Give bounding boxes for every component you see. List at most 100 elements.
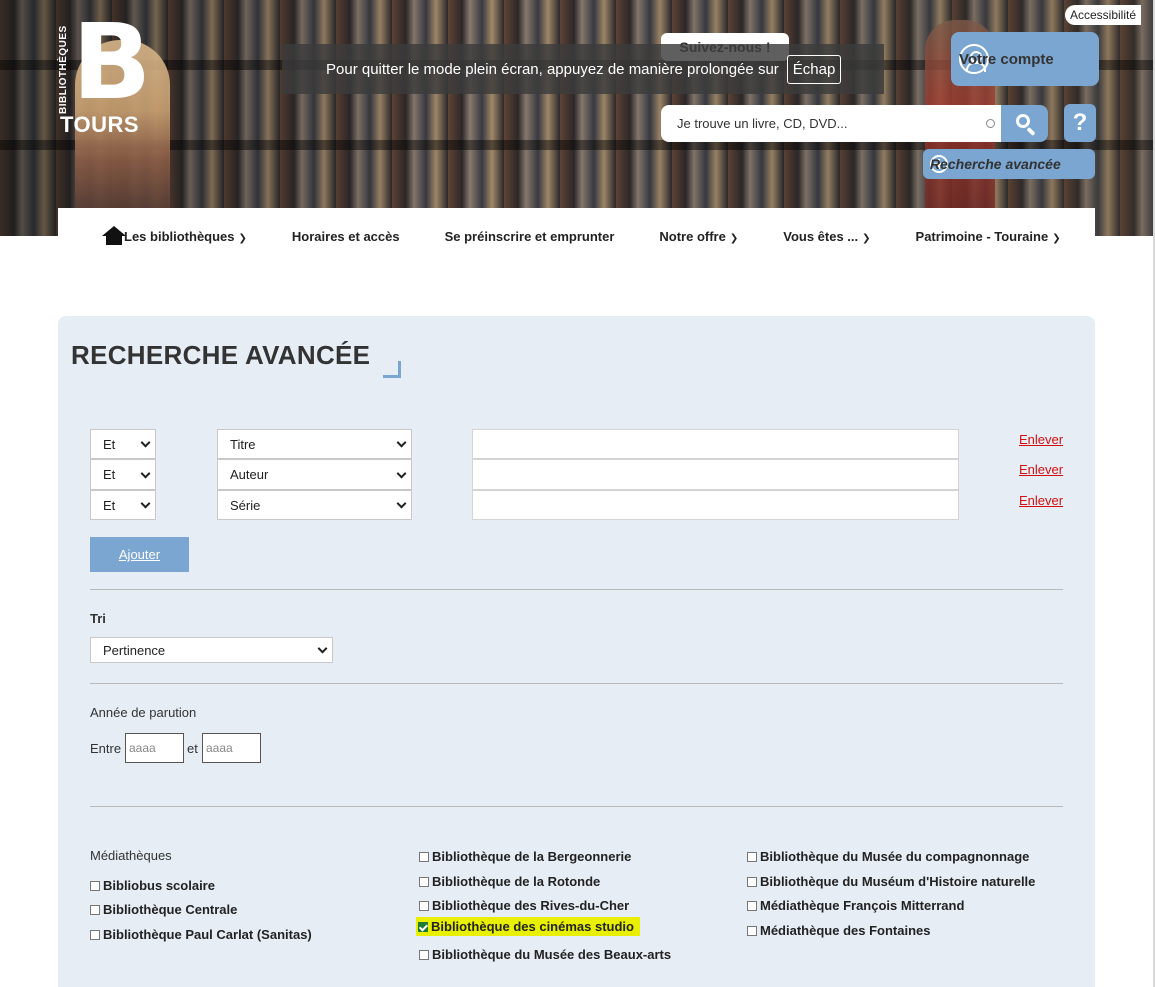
remove-criteria-link[interactable]: Enlever <box>1019 493 1063 508</box>
nav-item-label: Les bibliothèques <box>124 228 235 244</box>
chevron-down-icon <box>396 468 407 479</box>
checkbox[interactable] <box>90 904 100 915</box>
nav-item-libraries[interactable]: Les bibliothèques ❯ <box>124 229 247 244</box>
library-checkbox[interactable]: Médiathèque des Fontaines <box>747 923 930 938</box>
help-button[interactable]: ? <box>1064 104 1096 142</box>
title-corner-decoration <box>383 361 401 378</box>
library-checkbox[interactable]: Bibliothèque de la Rotonde <box>419 874 600 889</box>
chevron-down-icon: ❯ <box>862 232 871 244</box>
checkbox-label: Médiathèque des Fontaines <box>760 923 931 938</box>
search-icon-handle <box>1026 126 1036 137</box>
library-checkbox[interactable]: Bibliothèque de la Bergeonnerie <box>419 849 631 864</box>
site-logo[interactable]: BIBLIOTHÈQUES B TOURS <box>58 10 151 137</box>
logo-letter: B <box>72 1 152 123</box>
sort-label: Tri <box>90 611 106 626</box>
advanced-search-label: Recherche avancée <box>930 156 1061 172</box>
advanced-search-panel: RECHERCHE AVANCÉE Et Titre Enlever Et Au… <box>58 316 1095 987</box>
divider <box>90 806 1063 807</box>
criteria-operator-select[interactable]: Et <box>90 459 156 490</box>
nav-item-heritage[interactable]: Patrimoine - Touraine ❯ <box>916 229 1061 244</box>
library-checkbox[interactable]: Bibliothèque du Musée des Beaux-arts <box>419 947 671 962</box>
checkbox[interactable] <box>419 900 429 911</box>
accessibility-link[interactable]: Accessibilité <box>1065 5 1142 25</box>
advanced-search-button[interactable]: Recherche avancée <box>923 149 1095 179</box>
checkbox[interactable] <box>419 949 429 960</box>
library-checkbox[interactable]: Bibliothèque du Musée du compagnonnage <box>747 849 1029 864</box>
select-value: Et <box>103 497 116 513</box>
library-checkbox[interactable]: Bibliothèque des Rives-du-Cher <box>419 898 629 913</box>
year-from-placeholder: aaaa <box>129 741 156 755</box>
select-value: Et <box>103 436 116 452</box>
remove-criteria-link[interactable]: Enlever <box>1019 462 1063 477</box>
header-banner: BIBLIOTHÈQUES B TOURS Accessibilité Suiv… <box>0 0 1153 236</box>
select-value: Auteur <box>230 467 269 482</box>
nav-item-label: Patrimoine - Touraine <box>915 228 1049 244</box>
year-between-label: Entre <box>90 741 122 756</box>
checkbox[interactable] <box>747 925 757 936</box>
page-title: RECHERCHE AVANCÉE <box>71 340 371 370</box>
library-checkbox[interactable]: Bibliothèque Paul Carlat (Sanitas) <box>90 927 312 942</box>
checkbox[interactable] <box>418 921 428 932</box>
year-to-placeholder: aaaa <box>206 741 233 755</box>
year-to-input[interactable]: aaaa <box>202 733 261 763</box>
fullscreen-notice-message: Pour quitter le mode plein écran, appuye… <box>326 60 779 78</box>
criteria-value-input[interactable] <box>472 459 959 490</box>
libraries-label: Médiathèques <box>90 848 172 863</box>
chevron-down-icon <box>140 437 151 448</box>
criteria-operator-select[interactable]: Et <box>90 429 156 459</box>
checkbox[interactable] <box>419 851 429 862</box>
select-value: Et <box>103 467 116 482</box>
checkbox[interactable] <box>747 851 757 862</box>
search-input[interactable]: Je trouve un livre, CD, DVD... <box>661 105 1001 142</box>
nav-item-offer[interactable]: Notre offre ❯ <box>659 229 738 244</box>
nav-item-label: Vous êtes ... <box>783 228 859 244</box>
account-button[interactable]: Votre compte <box>951 32 1099 86</box>
search-clear-icon[interactable] <box>986 119 995 128</box>
checkbox[interactable] <box>90 880 100 891</box>
nav-item-hours[interactable]: Horaires et accès <box>292 229 400 244</box>
criteria-field-select[interactable]: Série <box>217 490 412 520</box>
checkbox-label: Bibliothèque du Musée du compagnonnage <box>760 849 1030 864</box>
logo-city: TOURS <box>60 112 140 137</box>
checkbox-label: Bibliothèque Paul Carlat (Sanitas) <box>103 927 312 942</box>
checkbox-label: Bibliothèque du Musée des Beaux-arts <box>432 947 672 962</box>
search-button[interactable] <box>1001 105 1048 142</box>
criteria-field-select[interactable]: Auteur <box>217 459 412 490</box>
divider <box>90 683 1063 684</box>
select-value: Titre <box>230 436 256 452</box>
chevron-down-icon <box>317 643 328 654</box>
year-from-input[interactable]: aaaa <box>125 733 184 763</box>
chevron-down-icon <box>140 498 151 509</box>
criteria-value-input[interactable] <box>472 490 959 520</box>
nav-item-label: Notre offre <box>659 228 726 244</box>
criteria-value-input[interactable] <box>472 429 959 459</box>
library-checkbox[interactable]: Bibliobus scolaire <box>90 878 215 893</box>
criteria-field-select[interactable]: Titre <box>217 429 412 459</box>
library-checkbox[interactable]: Bibliothèque Centrale <box>90 902 237 917</box>
main-nav: Les bibliothèques ❯ Horaires et accès Se … <box>58 208 1095 264</box>
select-value: Série <box>230 497 261 513</box>
library-checkbox[interactable]: Bibliothèque des cinémas studio <box>416 917 640 936</box>
checkbox-label: Bibliothèque du Muséum d'Histoire nature… <box>760 874 1036 889</box>
library-checkbox[interactable]: Médiathèque François Mitterrand <box>747 898 964 913</box>
chevron-down-icon <box>396 437 407 448</box>
checkbox[interactable] <box>90 929 100 940</box>
year-and-label: et <box>187 741 198 756</box>
remove-criteria-link[interactable]: Enlever <box>1019 432 1063 447</box>
add-criteria-button[interactable]: Ajouter <box>90 537 189 572</box>
checkbox-label: Bibliothèque de la Bergeonnerie <box>432 849 632 864</box>
nav-item-label: Se préinscrire et emprunter <box>444 228 615 244</box>
checkbox-label: Bibliothèque Centrale <box>103 902 238 917</box>
checkbox[interactable] <box>747 900 757 911</box>
nav-item-you-are[interactable]: Vous êtes ... ❯ <box>783 229 870 244</box>
library-checkbox[interactable]: Bibliothèque du Muséum d'Histoire nature… <box>747 874 1035 889</box>
sort-select[interactable]: Pertinence <box>90 637 333 663</box>
criteria-operator-select[interactable]: Et <box>90 490 156 520</box>
nav-item-register[interactable]: Se préinscrire et emprunter <box>445 229 615 244</box>
search-placeholder: Je trouve un livre, CD, DVD... <box>677 116 848 131</box>
checkbox[interactable] <box>747 876 757 887</box>
checkbox[interactable] <box>419 876 429 887</box>
checkbox-label: Médiathèque François Mitterrand <box>760 898 965 913</box>
account-label: Votre compte <box>959 50 1054 68</box>
checkbox-label: Bibliothèque des Rives-du-Cher <box>432 898 630 913</box>
